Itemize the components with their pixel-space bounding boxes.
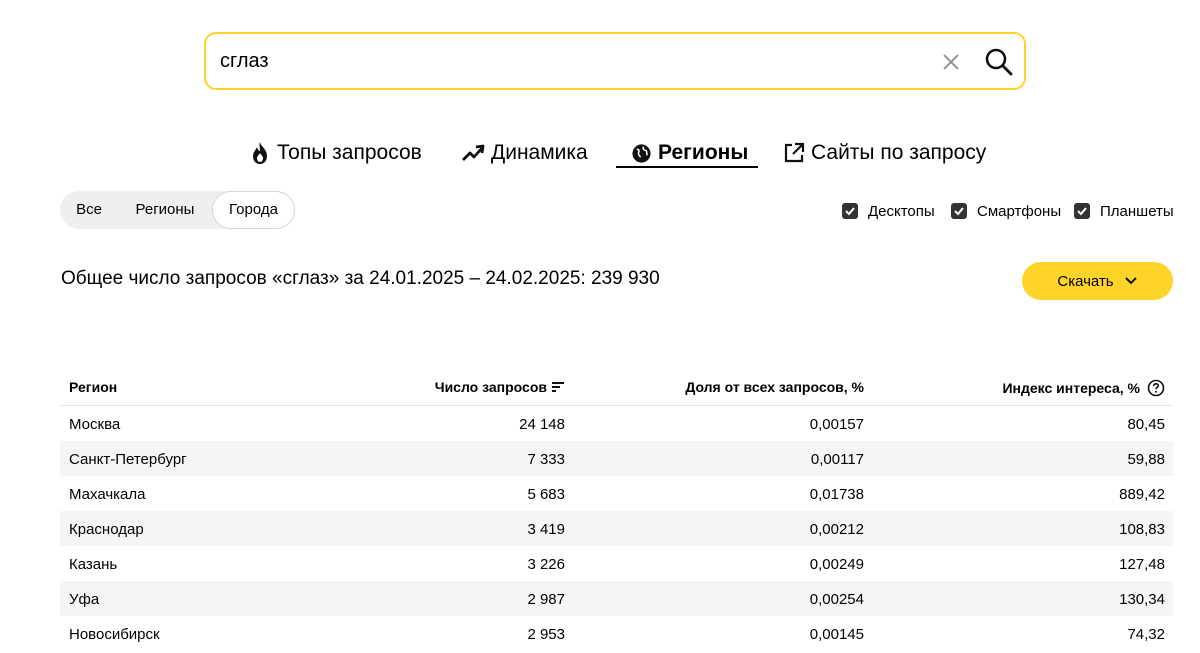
table-row: Новосибирск 2 953 0,00145 74,32: [60, 616, 1173, 651]
tab-label: Динамика: [491, 141, 588, 164]
tab-sites[interactable]: Сайты по запросу: [783, 136, 986, 170]
checkbox-label: Десктопы: [868, 202, 935, 220]
checkbox-checked-icon: [1074, 203, 1090, 219]
cell-share: 0,01738: [809, 486, 864, 503]
cell-index: 80,45: [1127, 416, 1165, 433]
checkbox-checked-icon: [842, 203, 858, 219]
segment-regions[interactable]: Регионы: [124, 191, 206, 229]
download-button[interactable]: Скачать: [1022, 262, 1173, 300]
cell-share: 0,00117: [810, 451, 864, 468]
cell-share: 0,00249: [809, 556, 864, 573]
table-row: Казань 3 226 0,00249 127,48: [60, 546, 1173, 581]
clear-icon[interactable]: [940, 51, 962, 73]
cell-index: 889,42: [1119, 486, 1165, 503]
cell-region: Краснодар: [69, 521, 144, 538]
trend-up-icon: [462, 144, 485, 161]
table-row: Махачкала 5 683 0,01738 889,42: [60, 476, 1173, 511]
cell-share: 0,00254: [809, 591, 864, 608]
column-header-share[interactable]: Доля от всех запросов, %: [685, 379, 864, 395]
cell-count: 24 148: [519, 416, 565, 433]
total-queries-text: Общее число запросов «сглаз» за 24.01.20…: [61, 268, 660, 289]
column-header-region[interactable]: Регион: [69, 379, 117, 395]
cell-count: 2 953: [527, 626, 565, 643]
segment-cities[interactable]: Города: [212, 191, 295, 229]
table-header: Регион Число запросов Доля от всех запро…: [60, 370, 1173, 406]
cell-region: Москва: [69, 416, 121, 433]
active-tab-underline: [616, 166, 758, 168]
checkbox-desktops[interactable]: Десктопы: [842, 202, 935, 220]
tab-top-queries[interactable]: Топы запросов: [249, 136, 422, 170]
table-row: Краснодар 3 419 0,00212 108,83: [60, 511, 1173, 546]
column-header-count[interactable]: Число запросов: [435, 379, 565, 395]
checkbox-label: Планшеты: [1100, 202, 1174, 220]
download-label: Скачать: [1057, 272, 1114, 290]
checkbox-smartphones[interactable]: Смартфоны: [951, 202, 1061, 220]
tab-label: Регионы: [658, 141, 749, 164]
table-row: Санкт-Петербург 7 333 0,00117 59,88: [60, 441, 1173, 476]
cell-region: Новосибирск: [69, 626, 160, 643]
cell-share: 0,00157: [809, 416, 864, 433]
region-type-switch: Все Регионы Города: [60, 191, 295, 229]
cell-index: 74,32: [1127, 626, 1165, 643]
globe-icon: [632, 143, 651, 163]
table-body: Москва 24 148 0,00157 80,45 Санкт-Петербург 7…: [60, 406, 1173, 651]
cell-region: Санкт-Петербург: [69, 451, 187, 468]
tab-dynamics[interactable]: Динамика: [461, 136, 588, 170]
cell-count: 2 987: [527, 591, 565, 608]
search-bar: [204, 32, 1026, 90]
cell-region: Казань: [69, 556, 118, 573]
search-input[interactable]: [220, 42, 920, 80]
table-row: Москва 24 148 0,00157 80,45: [60, 406, 1173, 441]
cell-index: 127,48: [1119, 556, 1165, 573]
checkbox-tablets[interactable]: Планшеты: [1074, 202, 1174, 220]
cell-count: 7 333: [527, 451, 565, 468]
sort-icon[interactable]: [551, 381, 565, 393]
regions-table: Регион Число запросов Доля от всех запро…: [60, 370, 1173, 651]
cell-index: 108,83: [1119, 521, 1165, 538]
cell-share: 0,00212: [809, 521, 864, 538]
checkbox-checked-icon: [951, 203, 967, 219]
cell-count: 3 226: [527, 556, 565, 573]
cell-share: 0,00145: [809, 626, 864, 643]
fire-icon: [253, 142, 267, 164]
tab-label: Сайты по запросу: [811, 141, 987, 164]
external-link-icon: [784, 142, 805, 163]
cell-count: 5 683: [527, 486, 565, 503]
tab-regions[interactable]: Регионы: [631, 136, 748, 170]
cell-region: Махачкала: [69, 486, 146, 503]
help-icon[interactable]: [1147, 379, 1165, 397]
search-icon[interactable]: [984, 47, 1014, 77]
cell-region: Уфа: [69, 591, 100, 608]
column-header-index[interactable]: Индекс интереса, %: [1002, 379, 1165, 397]
checkbox-label: Смартфоны: [977, 202, 1062, 220]
tab-bar: Топы запросов Динамика Регионы Сайты по …: [0, 136, 1200, 172]
segment-all[interactable]: Все: [66, 191, 112, 229]
chevron-down-icon: [1124, 277, 1137, 285]
tab-label: Топы запросов: [277, 141, 422, 164]
table-row: Уфа 2 987 0,00254 130,34: [60, 581, 1173, 616]
cell-index: 59,88: [1127, 451, 1165, 468]
cell-index: 130,34: [1119, 591, 1165, 608]
cell-count: 3 419: [527, 521, 565, 538]
